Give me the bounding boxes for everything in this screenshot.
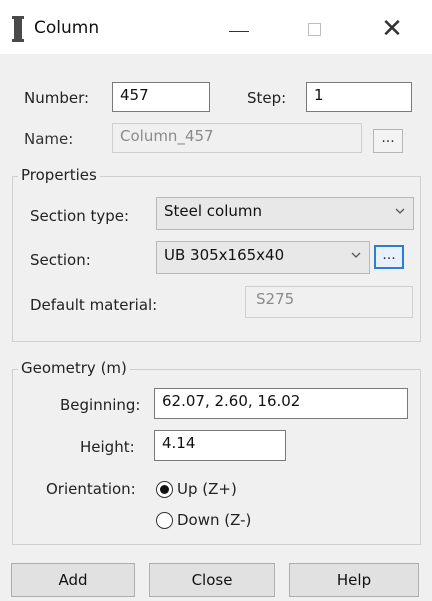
- orientation-label: Orientation:: [46, 480, 136, 498]
- name-label: Name:: [24, 130, 74, 148]
- section-label: Section:: [30, 251, 91, 269]
- maximize-button: [290, 10, 338, 48]
- close-icon: ✕: [381, 14, 403, 44]
- chevron-down-icon: [351, 252, 361, 258]
- step-input[interactable]: 1: [306, 82, 412, 112]
- default-material-label: Default material:: [30, 296, 158, 314]
- minimize-icon: [229, 30, 249, 32]
- beginning-label: Beginning:: [60, 396, 141, 414]
- number-label: Number:: [24, 89, 90, 107]
- orientation-down-radio[interactable]: [156, 512, 173, 529]
- close-window-button[interactable]: ✕: [368, 10, 416, 48]
- section-type-value: Steel column: [164, 202, 263, 220]
- number-input[interactable]: 457: [112, 82, 210, 112]
- section-browse-button[interactable]: ...: [374, 245, 404, 269]
- chevron-down-icon: [395, 208, 405, 214]
- name-input[interactable]: Column_457: [112, 123, 362, 153]
- height-input[interactable]: 4.14: [154, 430, 286, 461]
- height-label: Height:: [80, 438, 135, 456]
- maximize-icon: [307, 22, 321, 36]
- section-type-select[interactable]: Steel column: [156, 197, 414, 230]
- section-select[interactable]: UB 305x165x40: [156, 241, 370, 274]
- window-title: Column: [34, 18, 100, 38]
- section-value: UB 305x165x40: [164, 246, 285, 264]
- geometry-group-title: Geometry (m): [18, 359, 130, 377]
- orientation-down-label[interactable]: Down (Z-): [177, 511, 251, 529]
- beginning-input[interactable]: 62.07, 2.60, 16.02: [154, 388, 408, 419]
- column-icon: [12, 16, 26, 42]
- step-label: Step:: [247, 89, 287, 107]
- add-button[interactable]: Add: [11, 563, 135, 597]
- help-button[interactable]: Help: [289, 563, 419, 597]
- default-material-input[interactable]: S275: [245, 286, 413, 318]
- close-button[interactable]: Close: [149, 563, 275, 597]
- name-browse-button[interactable]: ...: [373, 129, 403, 153]
- orientation-up-label[interactable]: Up (Z+): [177, 480, 237, 498]
- minimize-button[interactable]: [215, 10, 263, 48]
- orientation-up-radio[interactable]: [156, 481, 173, 498]
- title-bar: Column ✕: [0, 0, 432, 54]
- properties-group-title: Properties: [18, 166, 100, 184]
- radio-selected-dot: [160, 485, 169, 494]
- section-type-label: Section type:: [30, 207, 130, 225]
